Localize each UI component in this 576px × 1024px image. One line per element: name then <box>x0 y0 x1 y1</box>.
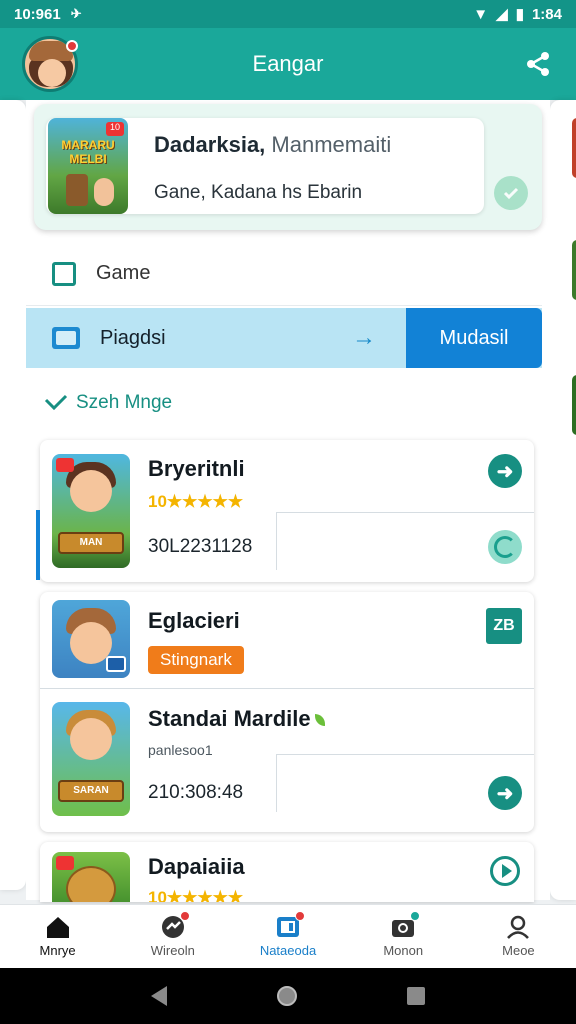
item-subtitle: panlesoo1 <box>148 742 213 758</box>
featured-title-bold: Dadarksia, <box>154 132 266 157</box>
item-title-text: Standai Mardile <box>148 706 311 731</box>
game-thumbnail[interactable]: MAN <box>52 454 130 568</box>
section-title: Szeh Mnge <box>76 392 173 413</box>
featured-subtitle: Gane, Kadana hs Ebarin <box>154 182 363 203</box>
square-icon <box>52 261 76 286</box>
status-right-time: 1:84 <box>531 5 562 23</box>
list-item[interactable]: SARAN Standai Mardile panlesoo1 210:308:… <box>40 692 534 832</box>
nfc-icon: ✈ <box>70 6 82 21</box>
featured-thumbnail[interactable]: MARARU MELBI 10 <box>48 118 128 214</box>
nav-label: Nataeoda <box>259 943 317 958</box>
folder-icon <box>52 327 80 349</box>
nav-label: Monon <box>383 943 424 958</box>
thumb-label: SARAN <box>58 780 124 802</box>
peek-thumb <box>572 118 576 178</box>
menu-item-game[interactable]: Game <box>26 242 542 306</box>
back-icon[interactable] <box>151 986 167 1006</box>
swirl-icon[interactable] <box>488 530 522 564</box>
item-title: Eglacieri <box>148 608 240 633</box>
nav-item-chat[interactable]: Wireoln <box>115 905 230 968</box>
system-navigation-bar <box>0 968 576 1024</box>
thumb-label: MAN <box>58 532 124 554</box>
home-icon <box>46 917 69 938</box>
signal-icon: ◢ <box>496 6 508 23</box>
menu-item-play-label: Piagdsi <box>100 326 166 349</box>
wifi-icon: ▼ <box>473 5 489 23</box>
rating: 10★★★★★ <box>148 888 243 902</box>
nav-item-calendar[interactable]: Nataeoda <box>230 905 345 968</box>
chevron-check-icon <box>44 394 68 411</box>
status-bar: 10:961 ✈ ▼ ◢ ▮ 1:84 <box>0 0 576 28</box>
list-item[interactable]: Eglacieri Stingnark ZB <box>40 592 534 688</box>
list-item[interactable]: Dapaiaiia 10★★★★★ <box>40 842 534 902</box>
featured-card[interactable]: MARARU MELBI 10 Dadarksia, Manmemaiti Ga… <box>34 104 542 230</box>
avatar-notification-badge <box>66 40 78 52</box>
list-card: Eglacieri Stingnark ZB SARAN Standai Mar… <box>40 592 534 832</box>
app-bar: Eangar <box>0 28 576 100</box>
nav-label: Wireoln <box>150 943 195 958</box>
menu-item-play[interactable]: Piagdsi → Mudasil <box>26 308 542 368</box>
share-icon[interactable] <box>524 50 552 78</box>
item-title: Bryeritnli <box>148 456 245 481</box>
badge-icon[interactable]: ZB <box>486 608 522 644</box>
divider <box>276 754 277 812</box>
featured-title: Dadarksia, Manmemaiti <box>154 132 391 158</box>
featured-thumb-text: MARARU MELBI <box>61 138 115 166</box>
item-number: 210:308:48 <box>148 782 244 803</box>
app-title: Eangar <box>252 51 324 76</box>
list-card: Dapaiaiia 10★★★★★ <box>40 842 534 902</box>
main-panel: MARARU MELBI 10 Dadarksia, Manmemaiti Ga… <box>26 100 550 902</box>
status-badge: Stingnark <box>148 646 244 674</box>
profile-icon <box>507 915 530 939</box>
rating-number: 10 <box>148 888 167 902</box>
home-button-icon[interactable] <box>277 986 297 1006</box>
divider <box>276 512 534 513</box>
peek-thumb <box>572 240 576 300</box>
play-icon[interactable] <box>490 856 520 886</box>
open-arrow-button[interactable]: ➜ <box>488 776 522 810</box>
play-button[interactable]: Mudasil <box>406 308 542 368</box>
star-icons: ★★★★★ <box>166 888 244 902</box>
featured-title-light: Manmemaiti <box>271 132 392 157</box>
status-time: 10:961 <box>14 5 61 23</box>
featured-thumb-badge: 10 <box>106 122 124 136</box>
game-thumbnail[interactable] <box>52 600 130 678</box>
item-number: 30L2231128 <box>148 536 253 557</box>
nav-label: Meoe <box>502 943 535 958</box>
star-icons: ★★★★★ <box>166 492 244 511</box>
check-icon[interactable] <box>494 176 528 210</box>
battery-icon: ▮ <box>515 6 524 23</box>
arrow-right-icon: → <box>352 324 376 351</box>
list-item[interactable]: MAN Bryeritnli 10★★★★★ 30L2231128 ➜ <box>40 440 534 582</box>
previous-page-peek[interactable] <box>0 100 26 890</box>
divider <box>40 688 534 689</box>
nav-item-profile[interactable]: Meoe <box>461 905 576 968</box>
recents-icon[interactable] <box>407 987 425 1005</box>
game-thumbnail[interactable] <box>52 852 130 902</box>
game-thumbnail[interactable]: SARAN <box>52 702 130 816</box>
divider <box>276 512 277 570</box>
item-title: Dapaiaiia <box>148 854 245 879</box>
status-right: ▼ ◢ ▮ 1:84 <box>473 5 562 24</box>
bottom-navigation: Mnrye Wireoln Nataeoda Monon Meoe <box>0 904 576 968</box>
camera-icon <box>390 911 421 939</box>
menu-item-game-label: Game <box>96 262 151 284</box>
next-page-peek[interactable] <box>550 100 576 900</box>
divider <box>276 754 534 755</box>
rating: 10★★★★★ <box>148 492 243 512</box>
nav-item-home[interactable]: Mnrye <box>0 905 115 968</box>
chat-icon <box>160 911 190 939</box>
leaf-icon <box>314 714 325 726</box>
item-title: Standai Mardile <box>148 706 325 732</box>
peek-thumb <box>572 375 576 435</box>
nav-label: Mnrye <box>39 943 76 958</box>
calendar-icon <box>275 911 305 939</box>
section-header[interactable]: Szeh Mnge <box>44 392 172 414</box>
list-card: MAN Bryeritnli 10★★★★★ 30L2231128 ➜ <box>36 440 534 582</box>
rating-number: 10 <box>148 492 167 511</box>
open-arrow-button[interactable]: ➜ <box>488 454 522 488</box>
nav-item-camera[interactable]: Monon <box>346 905 461 968</box>
